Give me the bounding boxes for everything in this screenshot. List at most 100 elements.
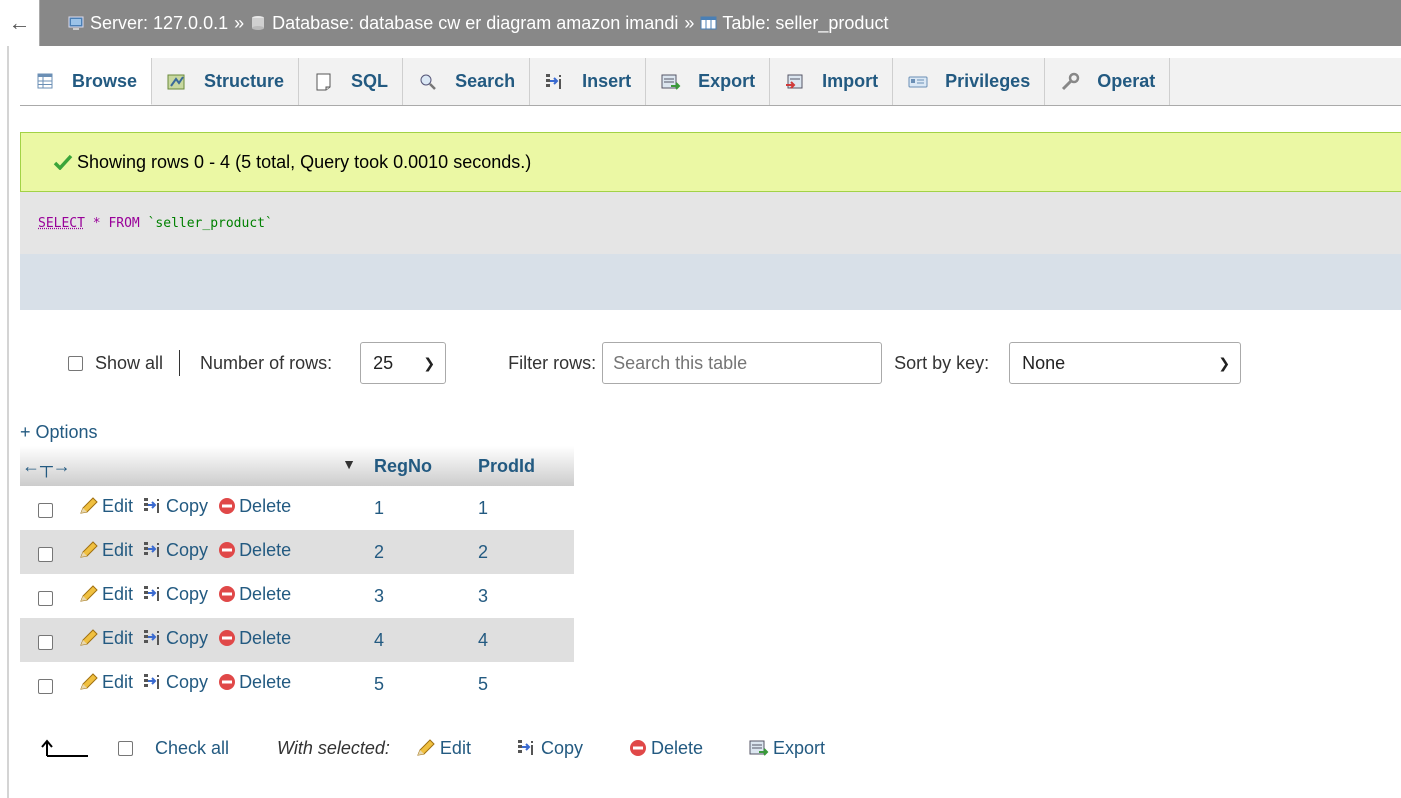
navigation-row: Show all Number of rows: 25 ❯ Filter row… bbox=[68, 338, 1242, 388]
cell-prodid[interactable]: 2 bbox=[472, 530, 574, 574]
row-checkbox[interactable] bbox=[38, 679, 53, 694]
cell-prodid[interactable]: 1 bbox=[472, 486, 574, 530]
table-icon bbox=[700, 15, 718, 31]
tab-privileges[interactable]: Privileges bbox=[893, 58, 1046, 105]
tab-insert[interactable]: Insert bbox=[530, 58, 647, 105]
breadcrumb-database[interactable]: Database: database cw er diagram amazon … bbox=[250, 13, 678, 34]
cell-regno[interactable]: 4 bbox=[368, 618, 472, 662]
wrench-icon bbox=[1059, 72, 1081, 92]
column-header-prodid[interactable]: ProdId bbox=[472, 446, 574, 486]
row-actions: Edit Copy Delete bbox=[20, 662, 368, 706]
row-copy-link[interactable]: Copy bbox=[143, 496, 208, 517]
show-all-checkbox[interactable] bbox=[68, 355, 83, 371]
table-row: Edit Copy Delete 5 5 bbox=[20, 662, 574, 706]
tab-bar: Browse Structure SQL Search Insert Expor… bbox=[20, 58, 1401, 106]
copy-icon bbox=[143, 629, 163, 647]
collapse-arrow-icon[interactable]: ← bbox=[0, 0, 40, 46]
row-delete-link[interactable]: Delete bbox=[218, 496, 291, 517]
row-delete-link[interactable]: Delete bbox=[218, 628, 291, 649]
row-checkbox[interactable] bbox=[38, 503, 53, 518]
with-selected-label: With selected: bbox=[277, 737, 390, 758]
breadcrumb-table[interactable]: Table: seller_product bbox=[700, 13, 888, 34]
server-icon bbox=[68, 15, 86, 31]
cell-prodid[interactable]: 3 bbox=[472, 574, 574, 618]
copy-icon bbox=[517, 739, 537, 757]
divider bbox=[179, 350, 181, 376]
sort-dropdown-icon[interactable]: ▼ bbox=[342, 456, 356, 472]
row-checkbox[interactable] bbox=[38, 591, 53, 606]
delete-icon bbox=[629, 739, 647, 757]
tab-search[interactable]: Search bbox=[403, 58, 531, 105]
delete-icon bbox=[218, 497, 236, 515]
row-checkbox[interactable] bbox=[38, 635, 53, 650]
sql-query-text: SELECT * FROM `seller_product` bbox=[38, 216, 273, 231]
cell-regno[interactable]: 3 bbox=[368, 574, 472, 618]
column-header-regno[interactable]: RegNo bbox=[368, 446, 472, 486]
row-delete-link[interactable]: Delete bbox=[218, 584, 291, 605]
sort-by-key-select[interactable]: None ❯ bbox=[1009, 342, 1242, 384]
privileges-icon bbox=[907, 72, 929, 92]
pencil-icon bbox=[79, 585, 99, 603]
structure-icon bbox=[166, 72, 188, 92]
tab-browse[interactable]: Browse bbox=[20, 58, 153, 105]
check-all-label[interactable]: Check all bbox=[155, 738, 229, 759]
row-actions: Edit Copy Delete bbox=[20, 486, 368, 530]
pencil-icon bbox=[79, 497, 99, 515]
row-actions: Edit Copy Delete bbox=[20, 574, 368, 618]
row-delete-link[interactable]: Delete bbox=[218, 540, 291, 561]
row-edit-link[interactable]: Edit bbox=[79, 496, 133, 517]
cell-regno[interactable]: 1 bbox=[368, 486, 472, 530]
tab-sql[interactable]: SQL bbox=[299, 58, 404, 105]
filter-rows-input[interactable] bbox=[602, 342, 883, 384]
bulk-edit-button[interactable]: Edit bbox=[416, 738, 471, 759]
sql-star: * bbox=[92, 216, 101, 231]
table-row: Edit Copy Delete 3 3 bbox=[20, 574, 574, 618]
breadcrumb: Server: 127.0.0.1 » Database: database c… bbox=[40, 13, 888, 34]
copy-icon bbox=[143, 497, 163, 515]
database-icon bbox=[250, 15, 268, 31]
row-edit-link[interactable]: Edit bbox=[79, 628, 133, 649]
options-link[interactable]: + Options bbox=[20, 422, 98, 443]
row-copy-link[interactable]: Copy bbox=[143, 628, 208, 649]
row-edit-link[interactable]: Edit bbox=[79, 672, 133, 693]
check-all-checkbox[interactable] bbox=[118, 740, 133, 756]
results-table: ←┬→ ▼ RegNo ProdId Edit Copy Delete 1 1 Edit C… bbox=[20, 446, 574, 706]
row-copy-link[interactable]: Copy bbox=[143, 672, 208, 693]
breadcrumb-separator: » bbox=[234, 12, 245, 33]
sql-from-keyword: FROM bbox=[108, 216, 140, 231]
cell-regno[interactable]: 5 bbox=[368, 662, 472, 706]
bulk-export-button[interactable]: Export bbox=[749, 738, 825, 759]
arrow-up-icon bbox=[40, 738, 90, 758]
tab-structure[interactable]: Structure bbox=[152, 58, 300, 105]
row-delete-link[interactable]: Delete bbox=[218, 672, 291, 693]
tab-import[interactable]: Import bbox=[770, 58, 894, 105]
breadcrumb-server[interactable]: Server: 127.0.0.1 bbox=[68, 13, 228, 34]
tab-operations[interactable]: Operat bbox=[1045, 58, 1171, 105]
pencil-icon bbox=[79, 629, 99, 647]
cell-prodid[interactable]: 5 bbox=[472, 662, 574, 706]
success-message: Showing rows 0 - 4 (5 total, Query took … bbox=[20, 132, 1401, 192]
table-row: Edit Copy Delete 4 4 bbox=[20, 618, 574, 662]
cell-regno[interactable]: 2 bbox=[368, 530, 472, 574]
chevron-down-icon: ❯ bbox=[423, 354, 436, 371]
sort-by-key-label: Sort by key: bbox=[894, 352, 990, 373]
bulk-delete-button[interactable]: Delete bbox=[629, 738, 703, 759]
row-edit-link[interactable]: Edit bbox=[79, 540, 133, 561]
tab-export[interactable]: Export bbox=[646, 58, 771, 105]
delete-icon bbox=[218, 541, 236, 559]
row-edit-link[interactable]: Edit bbox=[79, 584, 133, 605]
column-resize-control[interactable]: ←┬→ ▼ bbox=[20, 446, 368, 486]
sql-query-box: SELECT * FROM `seller_product` bbox=[20, 192, 1401, 310]
row-copy-link[interactable]: Copy bbox=[143, 584, 208, 605]
breadcrumb-bar: ← Server: 127.0.0.1 » Database: database… bbox=[0, 0, 1401, 46]
number-of-rows-select[interactable]: 25 ❯ bbox=[360, 342, 447, 384]
import-icon bbox=[784, 72, 806, 92]
row-checkbox[interactable] bbox=[38, 547, 53, 562]
column-arrows: ←┬→ bbox=[22, 455, 71, 476]
cell-prodid[interactable]: 4 bbox=[472, 618, 574, 662]
sql-select-keyword[interactable]: SELECT bbox=[38, 216, 85, 231]
row-copy-link[interactable]: Copy bbox=[143, 540, 208, 561]
bulk-copy-button[interactable]: Copy bbox=[517, 738, 583, 759]
pencil-icon bbox=[79, 673, 99, 691]
search-icon bbox=[417, 72, 439, 92]
